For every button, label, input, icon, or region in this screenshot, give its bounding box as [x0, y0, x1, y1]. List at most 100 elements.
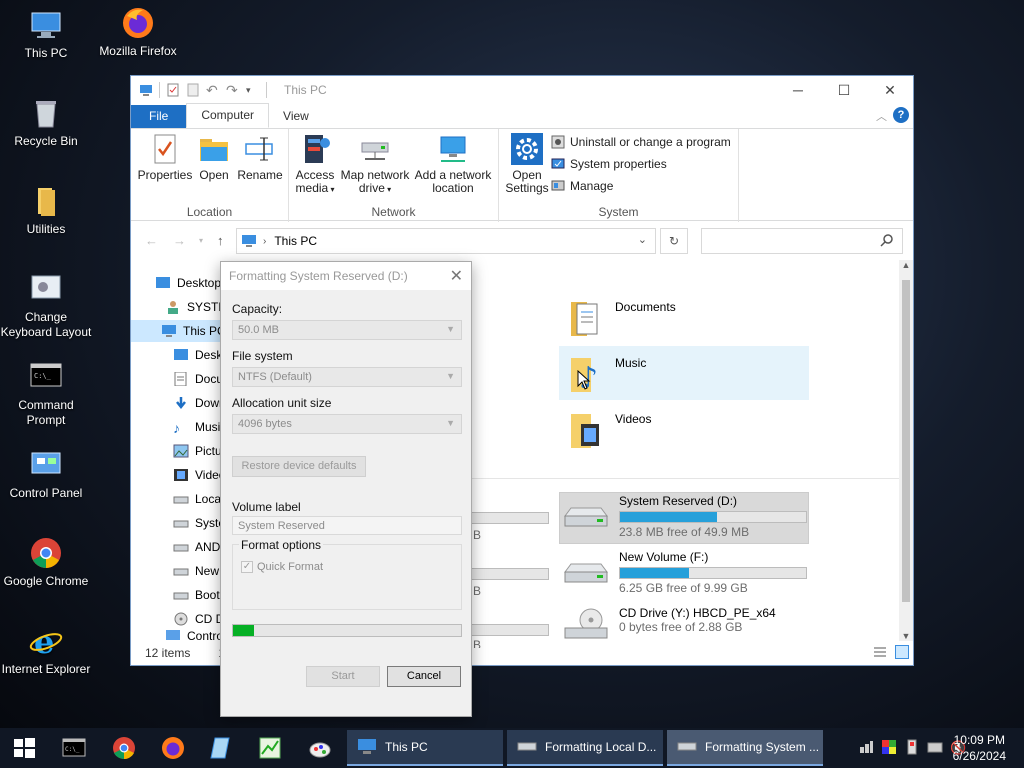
desktop-icon-change-keyboard[interactable]: Change Keyboard Layout [0, 272, 92, 340]
address-bar[interactable]: › This PC ⌄ [236, 228, 656, 254]
firefox-icon[interactable] [161, 736, 185, 760]
keyboard-settings-icon [29, 272, 63, 306]
address-dropdown-icon[interactable]: ⌄ [638, 233, 647, 246]
add-network-location-button[interactable]: Add a network location [411, 133, 495, 195]
taskbar-window-formatting-system[interactable]: Formatting System ... [667, 730, 823, 766]
quick-format-label: Quick Format [257, 561, 324, 573]
address-text[interactable]: This PC [274, 234, 317, 248]
tab-view[interactable]: View [269, 105, 323, 128]
desktop-icon-control-panel[interactable]: Control Panel [0, 448, 92, 501]
tab-computer[interactable]: Computer [186, 103, 270, 128]
search-input[interactable] [701, 228, 903, 254]
usb-drive-icon[interactable] [904, 739, 920, 758]
manage-button[interactable]: Manage [551, 179, 613, 193]
tree-item-downloads[interactable]: Down [173, 392, 221, 414]
tree-item-system[interactable]: SYSTEM [165, 296, 221, 318]
close-icon[interactable]: ✕ [450, 266, 463, 286]
undo-icon[interactable]: ↶ [206, 83, 220, 97]
drive-icon [173, 516, 189, 530]
drive-name: System Reserved (D:) [619, 494, 738, 508]
map-network-drive-button[interactable]: Map network drive ▾ [339, 133, 411, 196]
keyboard-icon[interactable] [927, 739, 943, 758]
help-icon[interactable]: ? [893, 107, 909, 123]
color-display-icon[interactable] [881, 739, 897, 758]
maximize-icon[interactable]: ☐ [821, 76, 867, 104]
tree-item-local-disk[interactable]: Local [173, 488, 221, 510]
details-view-icon[interactable] [873, 646, 887, 661]
recent-locations-icon[interactable]: ▾ [199, 236, 203, 245]
back-icon[interactable]: ← [145, 233, 158, 248]
capacity-select[interactable]: 50.0 MB ▼ [232, 320, 462, 340]
scroll-up-icon[interactable]: ▲ [899, 260, 913, 274]
scroll-thumb[interactable] [902, 280, 910, 602]
chrome-icon[interactable] [112, 736, 136, 760]
tree-item-desktop[interactable]: Desktop [155, 272, 221, 294]
network-icon[interactable] [858, 739, 874, 758]
minimize-icon[interactable]: ─ [775, 76, 821, 104]
tree-item-videos[interactable]: Video [173, 464, 221, 486]
tree-item-system-reserved[interactable]: Syste [173, 512, 221, 534]
scroll-down-icon[interactable]: ▼ [899, 631, 913, 641]
redo-icon[interactable]: ↷ [226, 83, 240, 97]
filesystem-select[interactable]: NTFS (Default) ▼ [232, 367, 462, 387]
tree-item-boot[interactable]: Boot [173, 584, 220, 606]
tree-item-pictures[interactable]: Pictur [173, 440, 221, 462]
folder-documents[interactable]: Documents [569, 298, 676, 338]
tab-file[interactable]: File [131, 105, 187, 128]
vertical-scrollbar[interactable]: ▲ ▼ [899, 260, 913, 641]
command-prompt-icon[interactable]: C:\_ [62, 736, 86, 760]
mouse-cursor-icon [577, 369, 591, 393]
large-icons-view-icon[interactable] [895, 645, 909, 662]
restore-defaults-button[interactable]: Restore device defaults [232, 456, 366, 477]
clock[interactable]: 10:09 PM 6/26/2024 [953, 732, 1006, 764]
desktop-icon-recycle-bin[interactable]: Recycle Bin [0, 96, 92, 149]
drive-system-reserved[interactable]: System Reserved (D:) 23.8 MB free of 49.… [561, 494, 807, 539]
tree-item-documents[interactable]: Docu [173, 368, 221, 390]
cancel-button[interactable]: Cancel [387, 666, 461, 687]
desktop-icon-chrome[interactable]: Google Chrome [0, 536, 92, 589]
chevron-down-icon[interactable]: ▾ [246, 83, 260, 97]
system-properties-button[interactable]: System properties [551, 157, 667, 171]
drive-new-volume[interactable]: New Volume (F:) 6.25 GB free of 9.99 GB [561, 550, 807, 595]
drive-cd[interactable]: CD Drive (Y:) HBCD_PE_x64 0 bytes free o… [561, 606, 776, 642]
start-windows-icon[interactable] [12, 736, 36, 760]
ribbon-collapse-icon[interactable]: ︿ [876, 108, 887, 124]
breadcrumb-separator-icon[interactable]: › [263, 236, 266, 247]
start-button[interactable]: Start [306, 666, 380, 687]
tree-item-new-volume[interactable]: New V [173, 560, 221, 582]
tree-item-this-pc[interactable]: This PC [131, 320, 221, 342]
volume-label-input[interactable]: System Reserved [232, 516, 462, 535]
tree-item-andr[interactable]: ANDR [173, 536, 221, 558]
user-icon [165, 300, 181, 314]
new-folder-icon[interactable] [186, 83, 200, 97]
desktop-icon-internet-explorer[interactable]: e Internet Explorer [0, 623, 92, 677]
rename-button[interactable]: Rename [235, 133, 285, 182]
open-settings-button[interactable]: Open Settings [505, 133, 549, 195]
properties-button[interactable]: Properties [137, 133, 193, 182]
allocation-select[interactable]: 4096 bytes ▼ [232, 414, 462, 434]
forward-icon[interactable]: → [173, 233, 186, 248]
tree-item-cd-drive[interactable]: CD Dr [173, 608, 221, 630]
access-media-button[interactable]: Access media ▾ [293, 133, 337, 196]
desktop-icon-firefox[interactable]: Mozilla Firefox [92, 6, 184, 59]
close-icon[interactable]: ✕ [867, 76, 913, 104]
desktop-icon-this-pc[interactable]: This PC [0, 8, 92, 61]
up-icon[interactable]: ↑ [217, 233, 224, 248]
notepad-icon[interactable] [209, 736, 233, 760]
folder-videos[interactable]: Videos [569, 410, 651, 450]
properties-icon[interactable] [166, 83, 180, 97]
open-button[interactable]: Open [195, 133, 233, 182]
taskbar-window-formatting-local[interactable]: Formatting Local D... [507, 730, 663, 766]
tree-item-control[interactable]: Contro [165, 630, 221, 641]
quick-format-checkbox[interactable]: ✓ Quick Format [241, 561, 323, 573]
refresh-button[interactable]: ↻ [660, 228, 688, 254]
paint-icon[interactable] [308, 736, 332, 760]
folder-name: Documents [615, 300, 676, 314]
taskbar-window-this-pc[interactable]: This PC [347, 730, 503, 766]
tree-item-desktop-sub[interactable]: Deskt [173, 344, 221, 366]
desktop-icon-command-prompt[interactable]: C:\_ Command Prompt [0, 360, 92, 428]
desktop-icon-utilities[interactable]: Utilities [0, 184, 92, 237]
uninstall-program-button[interactable]: Uninstall or change a program [551, 135, 731, 149]
chart-app-icon[interactable] [258, 736, 282, 760]
tree-item-music[interactable]: ♪Music [173, 416, 221, 438]
